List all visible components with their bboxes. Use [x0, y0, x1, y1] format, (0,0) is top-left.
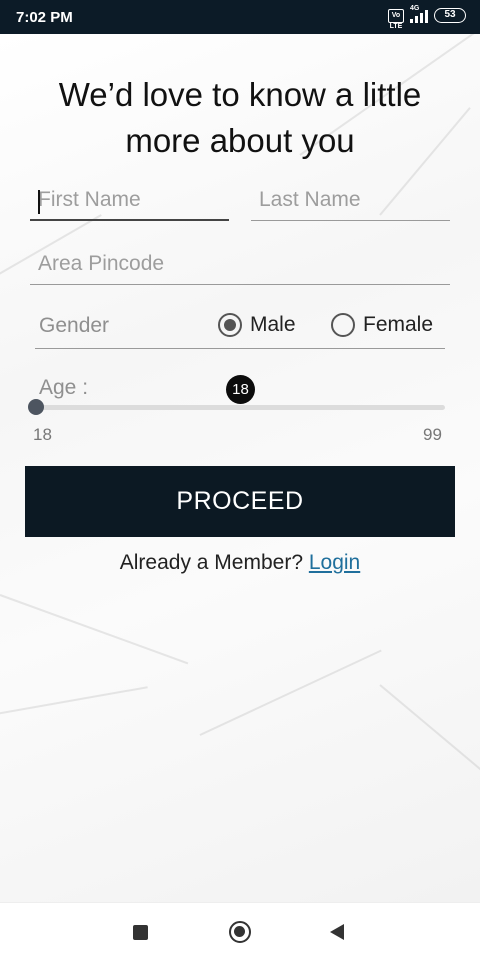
- status-bar: 7:02 PM Vo LTE 4G 53: [0, 0, 480, 34]
- status-time: 7:02 PM: [16, 9, 73, 26]
- gender-female-radio[interactable]: Female: [331, 313, 433, 337]
- last-name-field[interactable]: [251, 188, 450, 221]
- signal-icon: 4G: [410, 5, 428, 23]
- age-label: Age :: [39, 376, 89, 399]
- title-line-1: We’d love to know a little: [58, 76, 422, 113]
- age-slider-track[interactable]: [36, 405, 445, 410]
- navigation-bar: [0, 902, 480, 960]
- member-text: Already a Member?: [119, 551, 303, 574]
- status-icons: Vo LTE 4G 53: [388, 5, 466, 30]
- home-icon[interactable]: [229, 921, 251, 943]
- age-min-label: 18: [33, 425, 52, 444]
- back-icon[interactable]: [330, 924, 344, 940]
- last-name-input[interactable]: [251, 188, 450, 218]
- text-cursor: [38, 190, 40, 214]
- pincode-field[interactable]: [30, 252, 450, 285]
- pincode-input[interactable]: [30, 252, 450, 282]
- title-line-2: more about you: [125, 122, 355, 159]
- first-name-input[interactable]: [30, 188, 229, 218]
- gender-male-radio[interactable]: Male: [218, 313, 296, 337]
- login-link[interactable]: Login: [309, 551, 360, 574]
- gender-male-label[interactable]: Male: [250, 313, 296, 337]
- page-title: We’d love to know a little more about yo…: [0, 72, 480, 164]
- gender-row: Gender Male Female: [35, 304, 445, 349]
- age-value-bubble: 18: [226, 375, 255, 404]
- gender-female-label[interactable]: Female: [363, 313, 433, 337]
- radio-unchecked-icon[interactable]: [331, 313, 355, 337]
- recents-icon[interactable]: [133, 925, 148, 940]
- login-prompt: Already a Member? Login: [0, 551, 480, 575]
- age-slider-thumb[interactable]: [28, 399, 44, 415]
- battery-icon: 53: [434, 8, 466, 23]
- age-max-label: 99: [423, 425, 442, 444]
- proceed-button[interactable]: PROCEED: [25, 466, 455, 537]
- gender-label: Gender: [39, 314, 110, 337]
- radio-checked-icon[interactable]: [218, 313, 242, 337]
- network-type: 4G: [410, 4, 420, 12]
- volte-icon: Vo LTE: [388, 8, 404, 30]
- first-name-field[interactable]: [30, 188, 229, 221]
